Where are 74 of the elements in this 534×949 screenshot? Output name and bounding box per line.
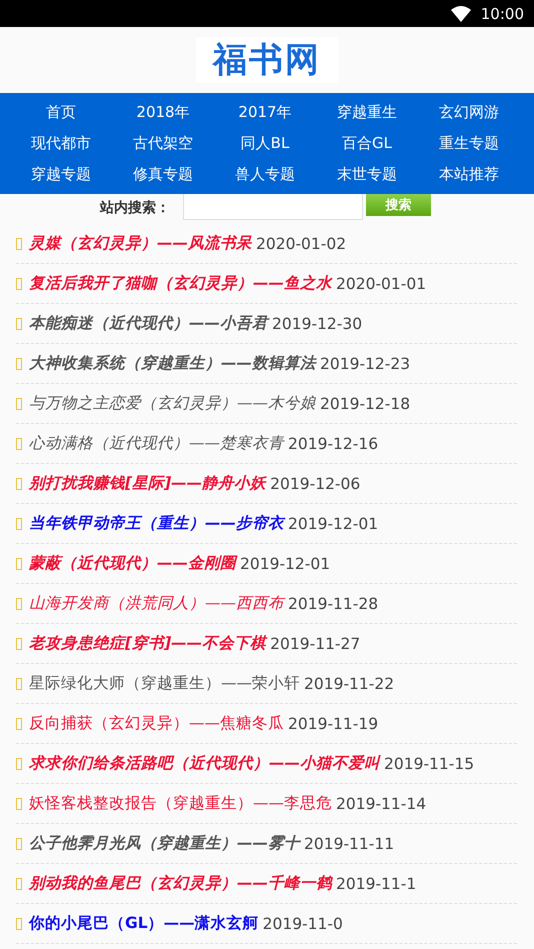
nav-link[interactable]: 重生专题 xyxy=(418,128,520,159)
nav-link[interactable]: 百合GL xyxy=(316,128,418,159)
book-link[interactable]: 星际绿化大师（穿越重生）——荣小轩 xyxy=(29,673,300,694)
book-date: 2019-11-15 xyxy=(384,754,474,772)
book-link[interactable]: 别打扰我赚钱[星际]——静舟小妖 xyxy=(29,473,266,494)
bullet-icon xyxy=(16,798,22,810)
bullet-icon xyxy=(16,558,22,570)
book-link[interactable]: 反向捕获（玄幻灵异）——焦糖冬瓜 xyxy=(29,713,284,734)
book-date: 2019-12-01 xyxy=(288,514,378,532)
bullet-icon xyxy=(16,478,22,490)
nav-link[interactable]: 本站推荐 xyxy=(418,159,520,190)
book-link[interactable]: 老攻身患绝症[穿书]——不会下棋 xyxy=(29,633,266,654)
wifi-icon xyxy=(450,6,471,22)
bullet-icon xyxy=(16,918,22,930)
nav-link[interactable]: 古代架空 xyxy=(112,128,214,159)
book-link[interactable]: 公子他霁月光风（穿越重生）——雾十 xyxy=(29,833,300,854)
bullet-icon xyxy=(16,398,22,410)
book-date: 2019-11-22 xyxy=(304,674,394,692)
book-date: 2019-11-14 xyxy=(336,794,426,812)
bullet-icon xyxy=(16,598,22,610)
book-link[interactable]: 大神收集系统（穿越重生）——数辑算法 xyxy=(29,353,316,374)
book-date: 2019-11-11 xyxy=(304,834,394,852)
bullet-icon xyxy=(16,878,22,890)
book-link[interactable]: 复活后我开了猫咖（玄幻灵异）——鱼之水 xyxy=(29,273,332,294)
book-link[interactable]: 当年铁甲动帝王（重生）——步帘衣 xyxy=(29,513,284,534)
book-date: 2019-11-27 xyxy=(270,634,360,652)
bullet-icon xyxy=(16,678,22,690)
book-link[interactable]: 妖怪客栈整改报告（穿越重生）——李思危 xyxy=(29,793,332,814)
book-date: 2019-12-01 xyxy=(240,554,330,572)
book-date: 2020-01-01 xyxy=(336,274,426,292)
book-link[interactable]: 心动满格（近代现代）——楚寒衣青 xyxy=(29,433,284,454)
search-field[interactable] xyxy=(183,194,363,220)
bullet-icon xyxy=(16,518,22,530)
book-date: 2019-11-0 xyxy=(262,914,343,932)
book-link[interactable]: 你的小尾巴（GL）——潇水玄舸 xyxy=(29,913,259,934)
bullet-icon xyxy=(16,238,22,250)
clock-time: 10:00 xyxy=(480,4,524,22)
book-date: 2019-12-06 xyxy=(270,474,360,492)
book-date: 2020-01-02 xyxy=(256,234,346,252)
nav-link[interactable]: 末世专题 xyxy=(316,159,418,190)
bullet-icon xyxy=(16,318,22,330)
book-date: 2019-11-28 xyxy=(288,594,378,612)
book-link[interactable]: 本能痴迷（近代现代）——小吾君 xyxy=(29,313,268,334)
nav-link[interactable]: 同人BL xyxy=(214,128,316,159)
nav-link[interactable]: 修真专题 xyxy=(112,159,214,190)
book-date: 2019-12-30 xyxy=(272,314,362,332)
book-link[interactable]: 蒙蔽（近代现代）——金刚圈 xyxy=(29,553,236,574)
book-link[interactable]: 与万物之主恋爱（玄幻灵异）——木兮娘 xyxy=(29,393,316,414)
bullet-icon xyxy=(16,838,22,850)
book-date: 2019-11-1 xyxy=(336,874,416,892)
nav-link[interactable]: 2018年 xyxy=(112,97,214,128)
book-date: 2019-12-16 xyxy=(288,434,378,452)
nav-link[interactable]: 2017年 xyxy=(214,97,316,128)
book-date: 2019-12-18 xyxy=(320,394,410,412)
book-link[interactable]: 求求你们给条活路吧（近代现代）——小猫不爱叫 xyxy=(29,753,380,774)
nav-link[interactable]: 现代都市 xyxy=(10,128,112,159)
nav-link[interactable]: 玄幻网游 xyxy=(418,97,520,128)
book-date: 2019-11-19 xyxy=(288,714,378,732)
nav-link[interactable]: 兽人专题 xyxy=(214,159,316,190)
bullet-icon xyxy=(16,358,22,370)
bullet-icon xyxy=(16,638,22,650)
book-link[interactable]: 灵媒（玄幻灵异）——风流书呆 xyxy=(29,233,252,254)
book-date: 2019-12-23 xyxy=(320,354,410,372)
bullet-icon xyxy=(16,758,22,770)
bullet-icon xyxy=(16,438,22,450)
search-label: 站内搜索： xyxy=(100,199,171,217)
bullet-icon xyxy=(16,278,22,290)
nav-link[interactable]: 穿越专题 xyxy=(10,159,112,190)
site-logo[interactable]: 福书网 xyxy=(196,37,338,83)
bullet-icon xyxy=(16,718,22,730)
book-link[interactable]: 别动我的鱼尾巴（玄幻灵异）——千峰一鹤 xyxy=(29,873,332,894)
book-link[interactable]: 山海开发商（洪荒同人）——西西布 xyxy=(29,593,284,614)
nav-link[interactable]: 穿越重生 xyxy=(316,97,418,128)
nav-link[interactable]: 首页 xyxy=(10,97,112,128)
